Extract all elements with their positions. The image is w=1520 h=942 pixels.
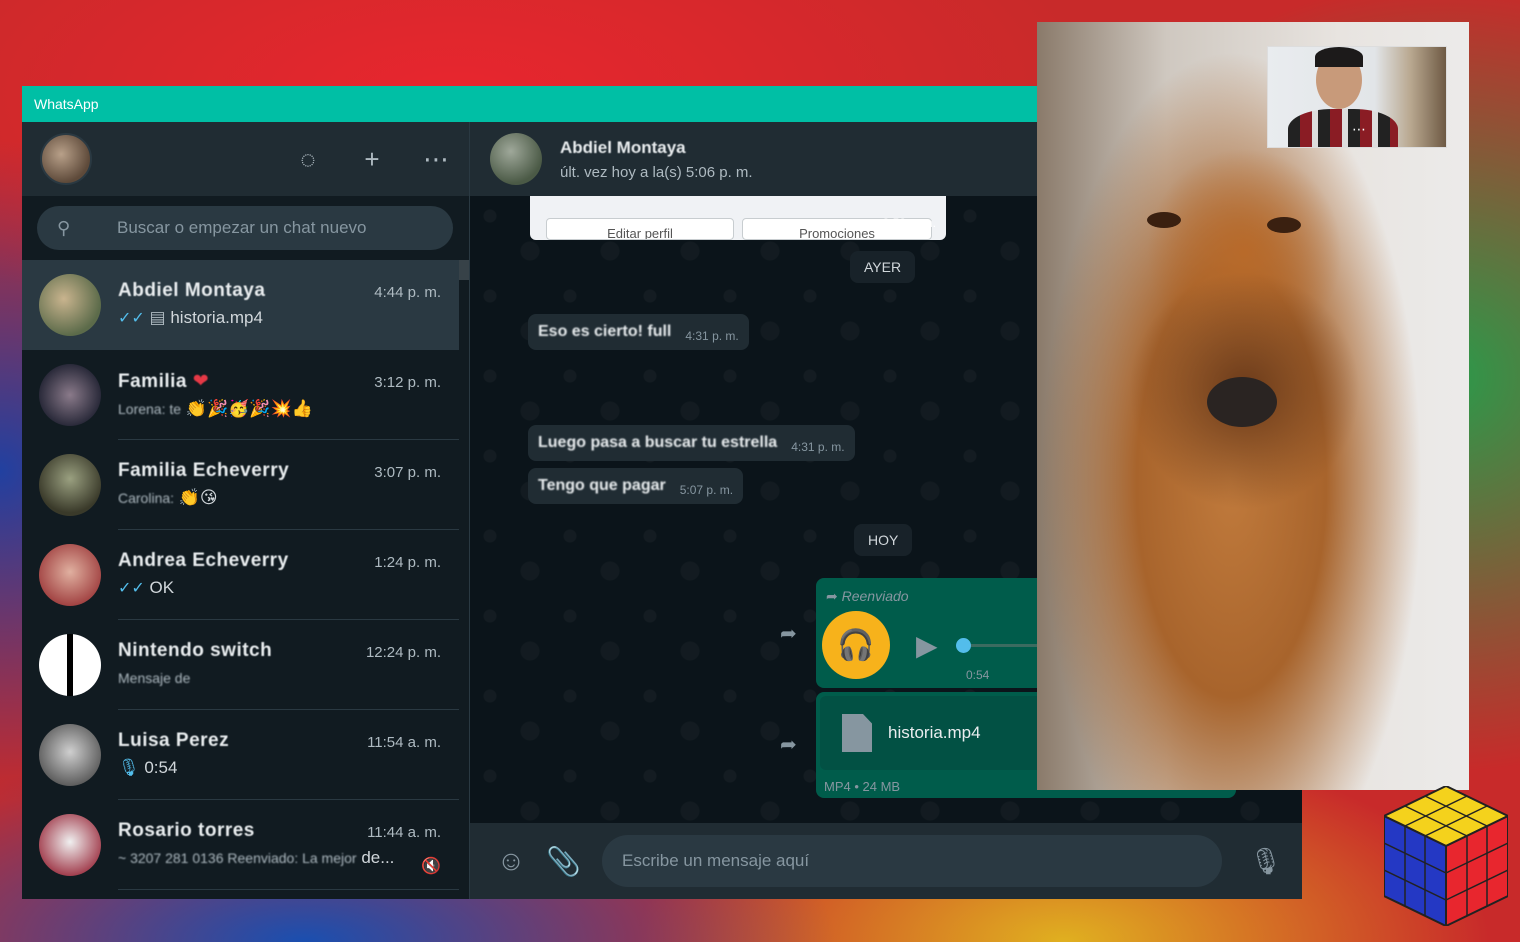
chat-item-andrea[interactable]: Andrea Echeverry 1:24 p. m. ✓✓ OK <box>22 530 459 620</box>
chat-preview: de... <box>361 848 395 867</box>
document-icon: ▤ <box>149 308 166 327</box>
incoming-message: Eso es cierto! full 4:31 p. m. <box>528 314 749 350</box>
forward-icon[interactable]: ➦ <box>780 621 797 646</box>
chat-item-luisa[interactable]: Luisa Perez 11:54 a. m. 🎙 0:54 <box>22 710 459 800</box>
chat-item-nintendo[interactable]: Nintendo switch 12:24 p. m. Mensaje de <box>22 620 459 710</box>
chat-time: 1:24 p. m. <box>374 554 441 571</box>
avatar <box>39 634 101 696</box>
mic-icon[interactable]: 🎙 <box>1249 846 1282 877</box>
status-icon[interactable]: ◌ <box>293 144 323 175</box>
audio-progress-handle[interactable] <box>955 637 971 653</box>
rubiks-cube-logo <box>1384 786 1508 926</box>
avatar <box>39 814 101 876</box>
chat-time: 12:24 p. m. <box>365 644 441 661</box>
message-time: 4:31 p. m. <box>791 440 845 454</box>
muted-icon: 🔇 <box>421 858 441 875</box>
message-text: Eso es cierto! full <box>538 323 672 340</box>
avatar <box>39 364 101 426</box>
avatar <box>39 274 101 336</box>
message-text: Luego pasa a buscar tu estrella <box>538 434 778 451</box>
emoji-icon[interactable]: ☺ <box>494 845 528 877</box>
message-time: 4:31 p. m. <box>685 329 739 343</box>
search-icon: ⚲ <box>57 217 71 238</box>
chat-time: 11:44 a. m. <box>367 824 441 841</box>
video-call-self-preview[interactable]: ⋯ <box>1267 46 1447 148</box>
search-box[interactable]: ⚲ <box>37 206 453 250</box>
chat-item-abdiel[interactable]: Abdiel Montaya 4:44 p. m. ✓✓ ▤ historia.… <box>22 260 459 350</box>
double-check-icon: ✓✓ <box>118 310 145 327</box>
chat-list-scrollbar[interactable] <box>459 260 469 280</box>
chat-item-rosario[interactable]: Rosario torres 11:44 a. m. ~ 3207 281 01… <box>22 800 459 890</box>
incoming-message: Luego pasa a buscar tu estrella 4:31 p. … <box>528 425 855 461</box>
chat-preview-sender: ~ 3207 281 0136 Reenviado: La mejor <box>118 850 357 866</box>
my-avatar[interactable] <box>40 133 92 185</box>
attach-icon[interactable]: 📎 <box>546 845 581 878</box>
date-separator-today: HOY <box>854 524 913 556</box>
message-time: 5:07 p. m. <box>679 483 734 497</box>
chat-preview: 0:54 <box>144 758 178 777</box>
file-meta: MP4 • 24 MB <box>824 779 901 794</box>
chat-preview-sender: Carolina: <box>118 490 175 506</box>
forward-icon[interactable]: ➦ <box>780 732 797 757</box>
video-detail <box>1207 377 1277 427</box>
message-time: 3:52 p. m. <box>882 216 936 230</box>
menu-icon[interactable]: ⋯ <box>421 144 451 175</box>
chat-time: 3:12 p. m. <box>374 374 441 391</box>
chat-preview: historia.mp4 <box>170 308 263 327</box>
chat-preview-sender: Lorena: te <box>118 401 182 417</box>
emoji-preview: 👏😘 <box>178 488 218 507</box>
edit-profile-button[interactable]: Editar perfil <box>546 218 734 240</box>
audio-duration: 0:54 <box>966 668 990 682</box>
avatar <box>39 544 101 606</box>
video-detail <box>1147 212 1181 228</box>
contact-avatar[interactable] <box>490 133 542 185</box>
profile-card-message: Editar perfil Promociones 3:52 p. m. <box>530 196 946 240</box>
mic-icon: 🎙 <box>118 758 140 777</box>
more-options-icon[interactable]: ⋯ <box>1352 121 1366 138</box>
chat-preview: Mensaje de <box>118 670 191 686</box>
chat-list: Abdiel Montaya 4:44 p. m. ✓✓ ▤ historia.… <box>22 260 459 899</box>
chat-item-familia[interactable]: Familia ❤ 3:12 p. m. Lorena: te 👏🎉🥳🎉💥👍 <box>22 350 459 440</box>
chat-time: 3:07 p. m. <box>374 464 441 481</box>
file-name: historia.mp4 <box>888 723 981 742</box>
incoming-message: Tengo que pagar 5:07 p. m. <box>528 468 744 504</box>
video-detail <box>1315 47 1363 67</box>
chat-time: 4:44 p. m. <box>374 284 441 301</box>
audio-progress-slider[interactable] <box>955 637 1040 653</box>
sidebar-header: ◌ + ⋯ <box>22 122 469 196</box>
last-seen-status: últ. vez hoy a la(s) 5:06 p. m. <box>560 163 753 181</box>
chat-item-familia-echeverry[interactable]: Familia Echeverry 3:07 p. m. Carolina: 👏… <box>22 440 459 530</box>
double-check-icon: ✓✓ <box>118 580 145 597</box>
file-icon <box>842 714 872 752</box>
forwarded-icon: ➦ <box>826 588 838 604</box>
emoji-preview: 👏🎉🥳🎉💥👍 <box>185 399 313 418</box>
heart-icon: ❤ <box>192 371 210 392</box>
play-button[interactable]: ▶ <box>916 629 938 662</box>
avatar <box>39 724 101 786</box>
message-composer: ☺ 📎 🎙 <box>470 823 1302 899</box>
headphones-icon: 🎧 <box>822 611 890 679</box>
contact-name: Abdiel Montaya <box>560 137 686 157</box>
avatar <box>39 454 101 516</box>
chat-time: 11:54 a. m. <box>367 734 441 751</box>
date-separator-yesterday: AYER <box>850 251 916 283</box>
message-input[interactable] <box>602 835 1222 887</box>
chat-preview: OK <box>149 578 175 597</box>
message-text: Tengo que pagar <box>538 477 666 494</box>
video-detail <box>1288 109 1398 147</box>
sidebar: ◌ + ⋯ ⚲ Abdiel Montaya 4:44 p. m. ✓✓ ▤ <box>22 122 470 899</box>
video-detail <box>1267 217 1301 233</box>
new-chat-icon[interactable]: + <box>357 144 387 175</box>
search-input[interactable] <box>117 218 437 238</box>
